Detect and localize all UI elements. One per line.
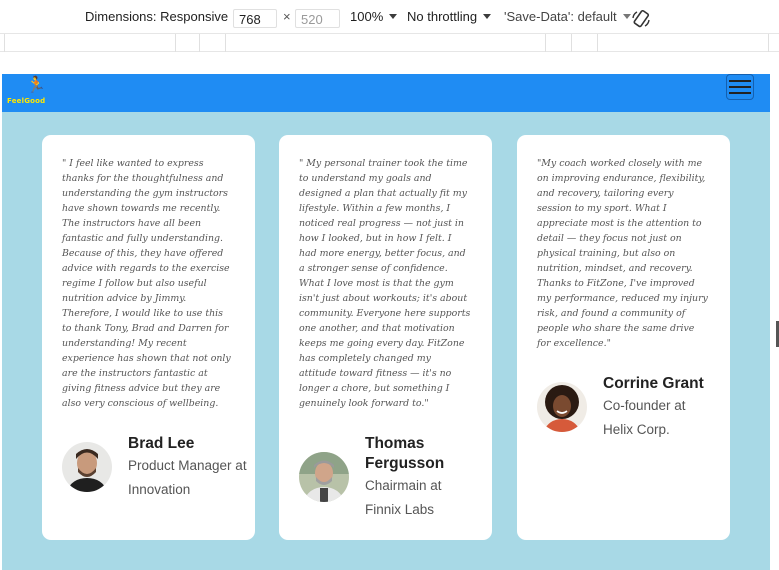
testimonial-quote: " I feel like wanted to express thanks f…: [62, 158, 231, 409]
brand-name: FeelGood: [7, 97, 46, 105]
menu-toggle-button[interactable]: [726, 74, 754, 100]
hamburger-line: [729, 86, 751, 88]
zoom-label: 100%: [350, 9, 384, 24]
person-name: Thomas Fergusson: [365, 435, 445, 472]
dimensions-dropdown[interactable]: Dimensions: Responsive: [85, 9, 243, 24]
chevron-down-icon: [622, 14, 631, 19]
person-role: Chairmain at Finnix Labs: [365, 478, 442, 517]
testimonial-quote: "My coach worked closely with me on impr…: [537, 158, 708, 349]
chevron-down-icon: [483, 14, 492, 19]
avatar: [299, 452, 349, 502]
rotate-icon[interactable]: [631, 9, 651, 29]
height-input[interactable]: 520: [295, 9, 340, 28]
person-role: Product Manager at Innovation: [128, 458, 247, 497]
navbar: 🏃 FeelGood: [2, 74, 770, 112]
zoom-dropdown[interactable]: 100%: [350, 9, 398, 24]
testimonial-quote: " My personal trainer took the time to u…: [299, 158, 471, 409]
device-toolbar: Dimensions: Responsive 768 × 520 100% No…: [0, 0, 779, 33]
dimensions-label: Dimensions: Responsive: [85, 9, 229, 24]
throttling-dropdown[interactable]: No throttling: [407, 9, 492, 24]
testimonial-card: "My coach worked closely with me on impr…: [517, 135, 730, 540]
avatar: [62, 442, 112, 492]
width-input[interactable]: 768: [233, 9, 277, 28]
times-sign: ×: [283, 9, 291, 24]
toolbar-gap: [0, 52, 779, 74]
testimonial-card: " I feel like wanted to express thanks f…: [42, 135, 255, 540]
media-query-ruler[interactable]: [0, 33, 779, 52]
person-name: Brad Lee: [128, 435, 195, 452]
person-name: Corrine Grant: [603, 375, 704, 392]
avatar: [537, 382, 587, 432]
person-role: Co-founder at Helix Corp.: [603, 398, 686, 437]
chevron-down-icon: [389, 14, 398, 19]
emulated-viewport: 🏃 FeelGood " I feel like wanted to expre…: [2, 74, 770, 570]
save-data-dropdown[interactable]: 'Save-Data': default: [504, 9, 631, 24]
runner-icon: 🏃: [26, 77, 46, 94]
hamburger-line: [729, 92, 751, 94]
throttling-label: No throttling: [407, 9, 478, 24]
hamburger-line: [729, 80, 751, 82]
brand-logo[interactable]: 🏃 FeelGood: [6, 78, 62, 110]
save-data-label: 'Save-Data': default: [504, 9, 617, 24]
testimonial-card: " My personal trainer took the time to u…: [279, 135, 492, 540]
